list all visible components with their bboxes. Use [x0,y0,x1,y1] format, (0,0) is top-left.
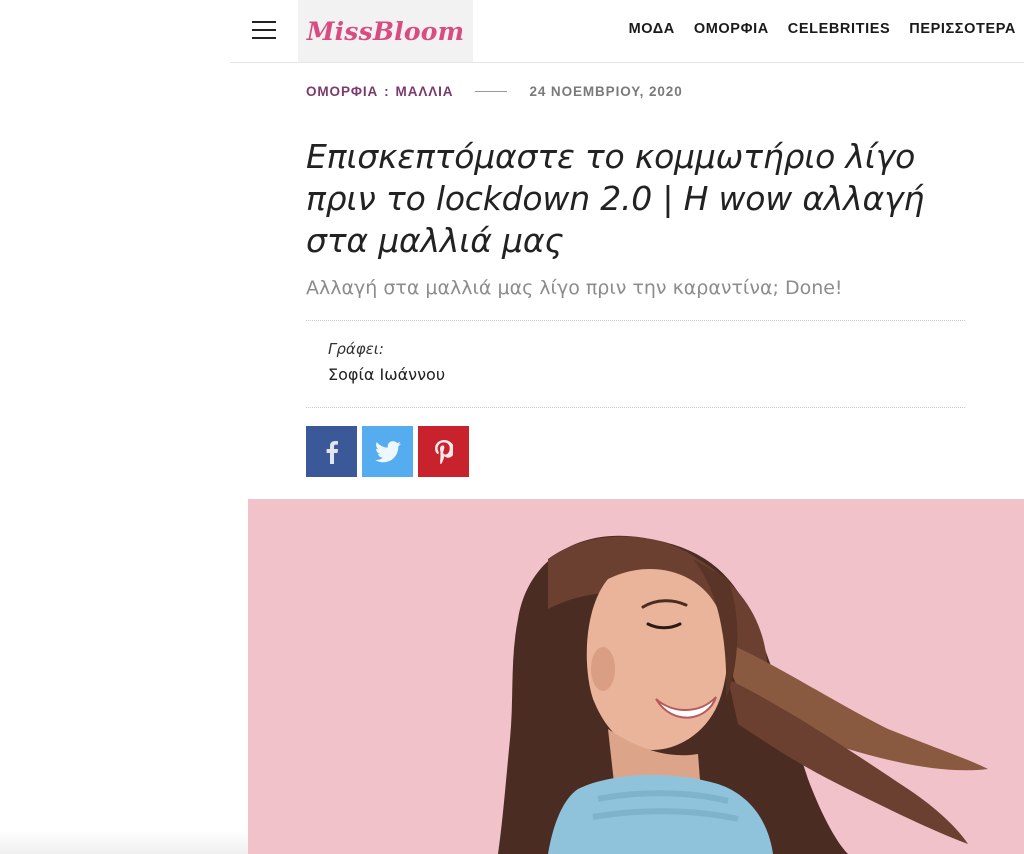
nav-item-moda[interactable]: ΜΟΔΑ [629,21,675,37]
bottom-shadow [0,830,248,854]
menu-icon[interactable] [252,20,276,40]
twitter-icon [374,440,401,462]
nav-item-omorfia[interactable]: ΟΜΟΡΦΙΑ [694,21,769,37]
share-buttons [306,426,469,477]
hero-image [248,499,1024,854]
site-logo[interactable]: MissBloom [298,0,473,62]
author-divider-bottom [306,407,965,408]
author-label: Γράφει: [328,340,384,358]
article-meta: ΟΜΟΡΦΙΑ : ΜΑΛΛΙΑ 24 ΝΟΕΜΒΡΙΟΥ, 2020 [306,84,683,99]
facebook-share-button[interactable] [306,426,357,477]
category-separator: : [384,84,390,99]
author-divider-top [306,320,965,321]
pinterest-icon [434,439,453,464]
pinterest-share-button[interactable] [418,426,469,477]
site-header: MissBloom ΜΟΔΑ ΟΜΟΡΦΙΑ CELEBRITIES ΠΕΡΙΣ… [230,0,1024,63]
author-name[interactable]: Σοφία Ιωάννου [328,365,445,384]
category-link[interactable]: ΟΜΟΡΦΙΑ [306,84,378,99]
facebook-icon [326,440,338,464]
publish-date: 24 ΝΟΕΜΒΡΙΟΥ, 2020 [529,84,683,99]
twitter-share-button[interactable] [362,426,413,477]
meta-divider [475,91,508,92]
nav-item-perissotera[interactable]: ΠΕΡΙΣΣΟΤΕΡΑ [909,21,1016,37]
nav-item-celebrities[interactable]: CELEBRITIES [788,21,890,37]
hero-illustration [248,499,1024,854]
logo-text: MissBloom [306,16,465,46]
subcategory-link[interactable]: ΜΑΛΛΙΑ [396,84,454,99]
main-nav: ΜΟΔΑ ΟΜΟΡΦΙΑ CELEBRITIES ΠΕΡΙΣΣΟΤΕΡΑ [629,0,1016,58]
article-subtitle: Αλλαγή στα μαλλιά μας λίγο πριν την καρα… [306,277,843,299]
article-title: Επισκεπτόμαστε το κομμωτήριο λίγο πριν τ… [306,137,925,260]
